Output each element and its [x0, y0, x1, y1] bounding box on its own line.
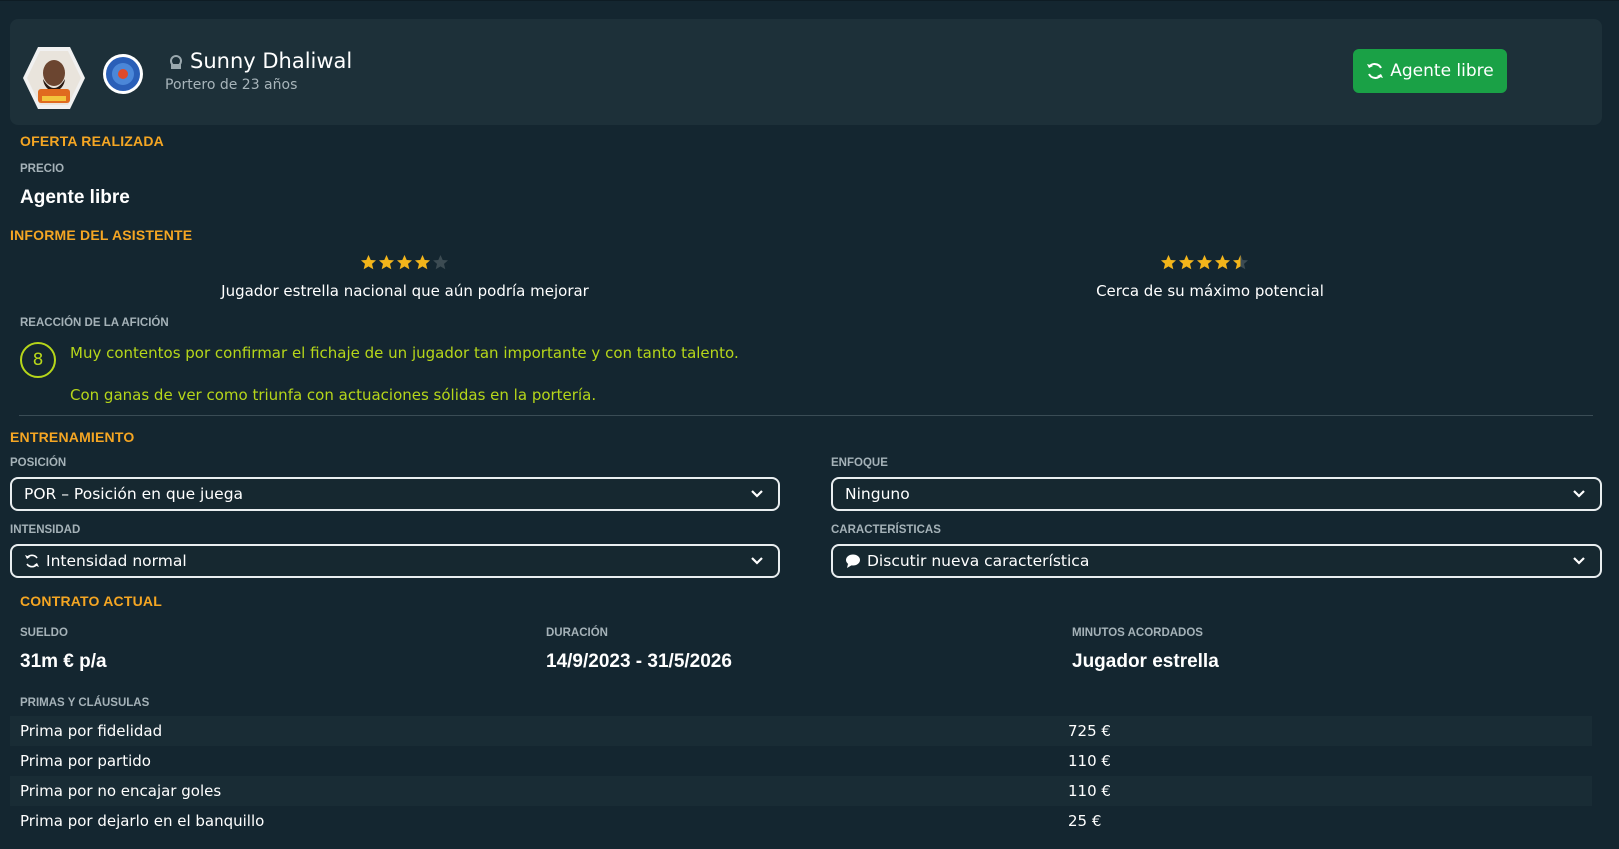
focus-label: ENFOQUE — [831, 457, 888, 469]
intensity-label: INTENSIDAD — [10, 524, 81, 536]
bonus-row: Prima por no encajar goles 110 € — [10, 776, 1592, 806]
star-icon — [379, 255, 394, 270]
minutes-value: Jugador estrella — [1072, 651, 1219, 672]
wage-label: SUELDO — [20, 627, 68, 639]
potential-ability-text: Cerca de su máximo potencial — [1096, 282, 1324, 300]
fan-reaction-line-1: Muy contentos por confirmar el fichaje d… — [70, 344, 739, 362]
star-icon — [361, 255, 376, 270]
star-icon — [397, 255, 412, 270]
star-icon — [1179, 255, 1194, 270]
bonus-name: Prima por partido — [20, 752, 151, 770]
bonus-name: Prima por fidelidad — [20, 722, 163, 740]
bonus-value: 725 € — [1068, 722, 1111, 740]
bonus-name: Prima por no encajar goles — [20, 782, 222, 800]
player-subtitle: Portero de 23 años — [165, 77, 298, 93]
contract-title: CONTRATO ACTUAL — [20, 593, 162, 609]
traits-dropdown[interactable]: Discutir nueva característica — [831, 544, 1602, 578]
star-icon — [1233, 255, 1248, 270]
star-icon — [1161, 255, 1176, 270]
position-dropdown[interactable]: POR – Posición en que juega — [10, 477, 780, 511]
fan-reaction-label: REACCIÓN DE LA AFICIÓN — [20, 317, 169, 329]
bonus-row: Prima por dejarlo en el banquillo 25 € — [10, 806, 1592, 836]
refresh-icon — [25, 554, 39, 568]
duration-label: DURACIÓN — [546, 627, 608, 639]
bonus-value: 25 € — [1068, 812, 1102, 830]
star-icon — [415, 255, 430, 270]
player-avatar[interactable] — [22, 45, 86, 111]
current-ability-stars — [360, 254, 449, 271]
training-title: ENTRENAMIENTO — [10, 429, 135, 445]
star-icon — [1215, 255, 1230, 270]
price-label: PRECIO — [20, 163, 65, 175]
price-value: Agente libre — [20, 187, 130, 208]
free-agent-label: Agente libre — [1390, 61, 1494, 81]
traits-label: CARACTERÍSTICAS — [831, 524, 941, 536]
star-icon — [433, 255, 448, 270]
bonus-name: Prima por dejarlo en el banquillo — [20, 812, 265, 830]
focus-dropdown[interactable]: Ninguno — [831, 477, 1602, 511]
bonus-value: 110 € — [1068, 752, 1111, 770]
person-icon — [170, 55, 182, 69]
bonus-row: Prima por fidelidad 725 € — [10, 716, 1592, 746]
refresh-icon — [1367, 63, 1384, 79]
intensity-value: Intensidad normal — [46, 552, 187, 570]
chevron-down-icon — [751, 557, 763, 565]
club-crest-icon[interactable] — [102, 53, 144, 95]
traits-value: Discutir nueva característica — [867, 552, 1090, 570]
speech-bubble-icon — [846, 554, 860, 568]
wage-value: 31m € p/a — [20, 651, 107, 672]
chevron-down-icon — [751, 490, 763, 498]
star-icon — [1197, 255, 1212, 270]
assistant-title: INFORME DEL ASISTENTE — [10, 227, 193, 243]
position-value: POR – Posición en que juega — [24, 485, 244, 503]
focus-value: Ninguno — [845, 485, 910, 503]
intensity-dropdown[interactable]: Intensidad normal — [10, 544, 780, 578]
bonus-value: 110 € — [1068, 782, 1111, 800]
fan-reaction-score: 8 — [20, 342, 56, 378]
chevron-down-icon — [1573, 557, 1585, 565]
player-name[interactable]: Sunny Dhaliwal — [190, 49, 352, 73]
player-header: Sunny Dhaliwal Portero de 23 años Agente… — [10, 19, 1602, 125]
offer-title: OFERTA REALIZADA — [20, 133, 164, 149]
divider — [19, 415, 1593, 416]
free-agent-button[interactable]: Agente libre — [1353, 49, 1507, 93]
current-ability-text: Jugador estrella nacional que aún podría… — [221, 282, 589, 300]
chevron-down-icon — [1573, 490, 1585, 498]
fan-reaction-line-2: Con ganas de ver como triunfa con actuac… — [70, 386, 597, 404]
potential-ability-stars — [1160, 254, 1249, 271]
bonuses-label: PRIMAS Y CLÁUSULAS — [20, 697, 150, 709]
bonus-row: Prima por partido 110 € — [10, 746, 1592, 776]
position-label: POSICIÓN — [10, 457, 67, 469]
duration-value: 14/9/2023 - 31/5/2026 — [546, 651, 732, 672]
minutes-label: MINUTOS ACORDADOS — [1072, 627, 1203, 639]
player-transfer-page: Sunny Dhaliwal Portero de 23 años Agente… — [0, 0, 1619, 849]
